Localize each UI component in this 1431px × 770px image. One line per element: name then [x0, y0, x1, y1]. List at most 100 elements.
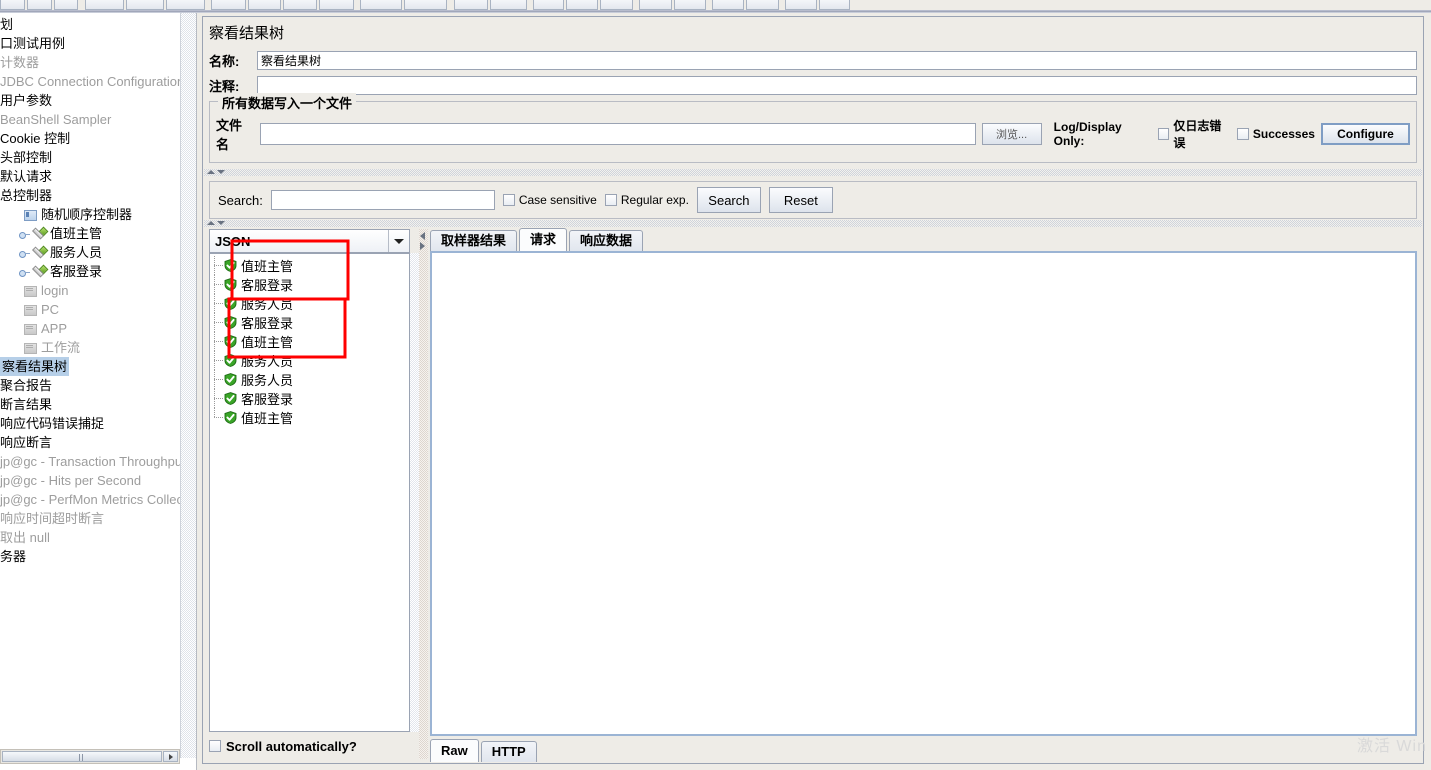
sidebar-item[interactable]: 聚合报告: [0, 376, 196, 395]
result-tree-node[interactable]: 客服登录: [210, 275, 409, 294]
lower-split-divider[interactable]: [204, 220, 1422, 227]
errors-only-checkbox[interactable]: 仅日志错误: [1157, 117, 1231, 151]
tree-handle[interactable]: [9, 208, 22, 221]
case-sensitive-checkbox[interactable]: Case sensitive: [502, 193, 597, 207]
tree-expand-handle-icon[interactable]: [18, 246, 31, 259]
result-tree-node[interactable]: 值班主管: [210, 332, 409, 351]
tree-handle[interactable]: [9, 322, 22, 335]
toolbar-button[interactable]: [746, 0, 779, 10]
test-plan-tree-panel[interactable]: 划口测试用例 计数器 JDBC Connection Configuration 用户…: [0, 13, 197, 770]
sidebar-item[interactable]: 取出 null: [0, 528, 196, 547]
results-tree[interactable]: 值班主管 客服登录 服务人员 客服登录 值班主管 服务人员 服务人员 客服登录 值班主管: [209, 253, 410, 732]
toolbar-button[interactable]: [359, 0, 402, 10]
sidebar-item[interactable]: 默认请求: [0, 167, 196, 186]
renderer-combobox[interactable]: JSON: [209, 229, 410, 253]
tree-horizontal-scrollbar[interactable]: [0, 749, 180, 764]
tree-handle[interactable]: [9, 341, 22, 354]
toolbar-button[interactable]: [26, 0, 52, 10]
sidebar-item[interactable]: JDBC Connection Configuration: [0, 72, 196, 91]
search-button[interactable]: Search: [696, 187, 761, 213]
toolbar-button[interactable]: [784, 0, 817, 10]
sidebar-item[interactable]: 务器: [0, 547, 196, 566]
detail-tab-strip[interactable]: 取样器结果 请求 响应数据: [430, 228, 645, 251]
scroll-automatically-checkbox[interactable]: Scroll automatically?: [209, 734, 410, 758]
name-input[interactable]: 察看结果树: [257, 50, 1417, 70]
detail-tab-body[interactable]: [430, 251, 1417, 736]
reset-button[interactable]: Reset: [768, 187, 833, 213]
tree-handle[interactable]: [9, 303, 22, 316]
chevron-down-icon[interactable]: [388, 230, 409, 252]
result-tree-node[interactable]: 服务人员: [210, 351, 409, 370]
sidebar-item[interactable]: 值班主管: [0, 224, 196, 243]
toolbar-button[interactable]: [283, 0, 318, 10]
toolbar-button[interactable]: [403, 0, 448, 10]
tree-handle[interactable]: [9, 284, 22, 297]
tree-expand-handle-icon[interactable]: [18, 227, 31, 240]
result-tree-node[interactable]: 客服登录: [210, 389, 409, 408]
checkbox-box-icon[interactable]: [1236, 128, 1249, 140]
checkbox-box-icon[interactable]: [209, 740, 221, 752]
tab-1[interactable]: Raw: [430, 739, 479, 762]
result-tree-node[interactable]: 客服登录: [210, 313, 409, 332]
toolbar-button[interactable]: [818, 0, 851, 10]
comment-input[interactable]: [257, 75, 1417, 95]
toolbar-button[interactable]: [319, 0, 354, 10]
sidebar-item[interactable]: 口测试用例: [0, 34, 196, 53]
toolbar-button[interactable]: [638, 0, 672, 10]
sidebar-item[interactable]: 客服登录: [0, 262, 196, 281]
vertical-split-divider[interactable]: [419, 229, 428, 759]
toolbar-button[interactable]: [53, 0, 79, 10]
result-tree-node[interactable]: 值班主管: [210, 256, 409, 275]
toolbar-button[interactable]: [210, 0, 247, 10]
filename-input[interactable]: [259, 123, 976, 145]
sidebar-item[interactable]: 头部控制: [0, 148, 196, 167]
checkbox-box-icon[interactable]: [1157, 128, 1170, 140]
sidebar-item[interactable]: 响应代码错误捕捉: [0, 414, 196, 433]
sidebar-item[interactable]: PC: [0, 300, 196, 319]
collapse-up-arrow-icon[interactable]: [207, 170, 215, 174]
sidebar-item[interactable]: jp@gc - PerfMon Metrics Collector: [0, 490, 196, 509]
tab-2[interactable]: 请求: [519, 228, 568, 251]
tree-hscroll-right-arrow-icon[interactable]: [163, 751, 178, 762]
sidebar-item[interactable]: 划: [0, 15, 196, 34]
toolbar-button[interactable]: [166, 0, 205, 10]
sidebar-item[interactable]: 随机顺序控制器: [0, 205, 196, 224]
sidebar-item[interactable]: BeanShell Sampler: [0, 110, 196, 129]
sidebar-item[interactable]: Cookie 控制: [0, 129, 196, 148]
toolbar-button[interactable]: [599, 0, 633, 10]
tab-1[interactable]: 取样器结果: [430, 230, 518, 251]
collapse-down-arrow-icon[interactable]: [217, 221, 225, 225]
toolbar-button[interactable]: [712, 0, 745, 10]
results-tree-scrollbar[interactable]: [410, 253, 419, 732]
tab-3[interactable]: 响应数据: [569, 230, 644, 251]
checkbox-box-icon[interactable]: [604, 194, 617, 206]
toolbar-button[interactable]: [673, 0, 707, 10]
sidebar-item[interactable]: 总控制器: [0, 186, 196, 205]
toolbar-button[interactable]: [0, 0, 25, 10]
toolbar-button[interactable]: [126, 0, 165, 10]
result-tree-node[interactable]: 值班主管: [210, 408, 409, 427]
sidebar-item[interactable]: login: [0, 281, 196, 300]
collapse-left-arrow-icon[interactable]: [420, 232, 425, 240]
sidebar-item[interactable]: 用户参数: [0, 91, 196, 110]
sidebar-item[interactable]: 响应时间超时断言: [0, 509, 196, 528]
regular-exp-checkbox[interactable]: Regular exp.: [604, 193, 689, 207]
test-plan-tree[interactable]: 划口测试用例 计数器 JDBC Connection Configuration 用户…: [0, 13, 196, 566]
result-tree-node[interactable]: 服务人员: [210, 370, 409, 389]
browse-button[interactable]: 浏览...: [981, 123, 1042, 145]
sidebar-item[interactable]: 计数器: [0, 53, 196, 72]
sidebar-item[interactable]: 断言结果: [0, 395, 196, 414]
upper-split-divider[interactable]: [204, 169, 1422, 176]
toolbar-button[interactable]: [566, 0, 598, 10]
toolbar-button[interactable]: [532, 0, 565, 10]
detail-bottom-tab-strip[interactable]: Raw HTTP: [430, 739, 539, 762]
checkbox-box-icon[interactable]: [502, 194, 515, 206]
toolbar-button[interactable]: [453, 0, 488, 10]
toolbar-button[interactable]: [489, 0, 527, 10]
toolbar-button-row[interactable]: [0, 0, 852, 10]
tab-2[interactable]: HTTP: [480, 741, 537, 762]
sidebar-item[interactable]: jp@gc - Transaction Throughput vs: [0, 452, 196, 471]
tree-expand-handle-icon[interactable]: [18, 265, 31, 278]
sidebar-item[interactable]: 服务人员: [0, 243, 196, 262]
collapse-up-arrow-icon[interactable]: [207, 221, 215, 225]
